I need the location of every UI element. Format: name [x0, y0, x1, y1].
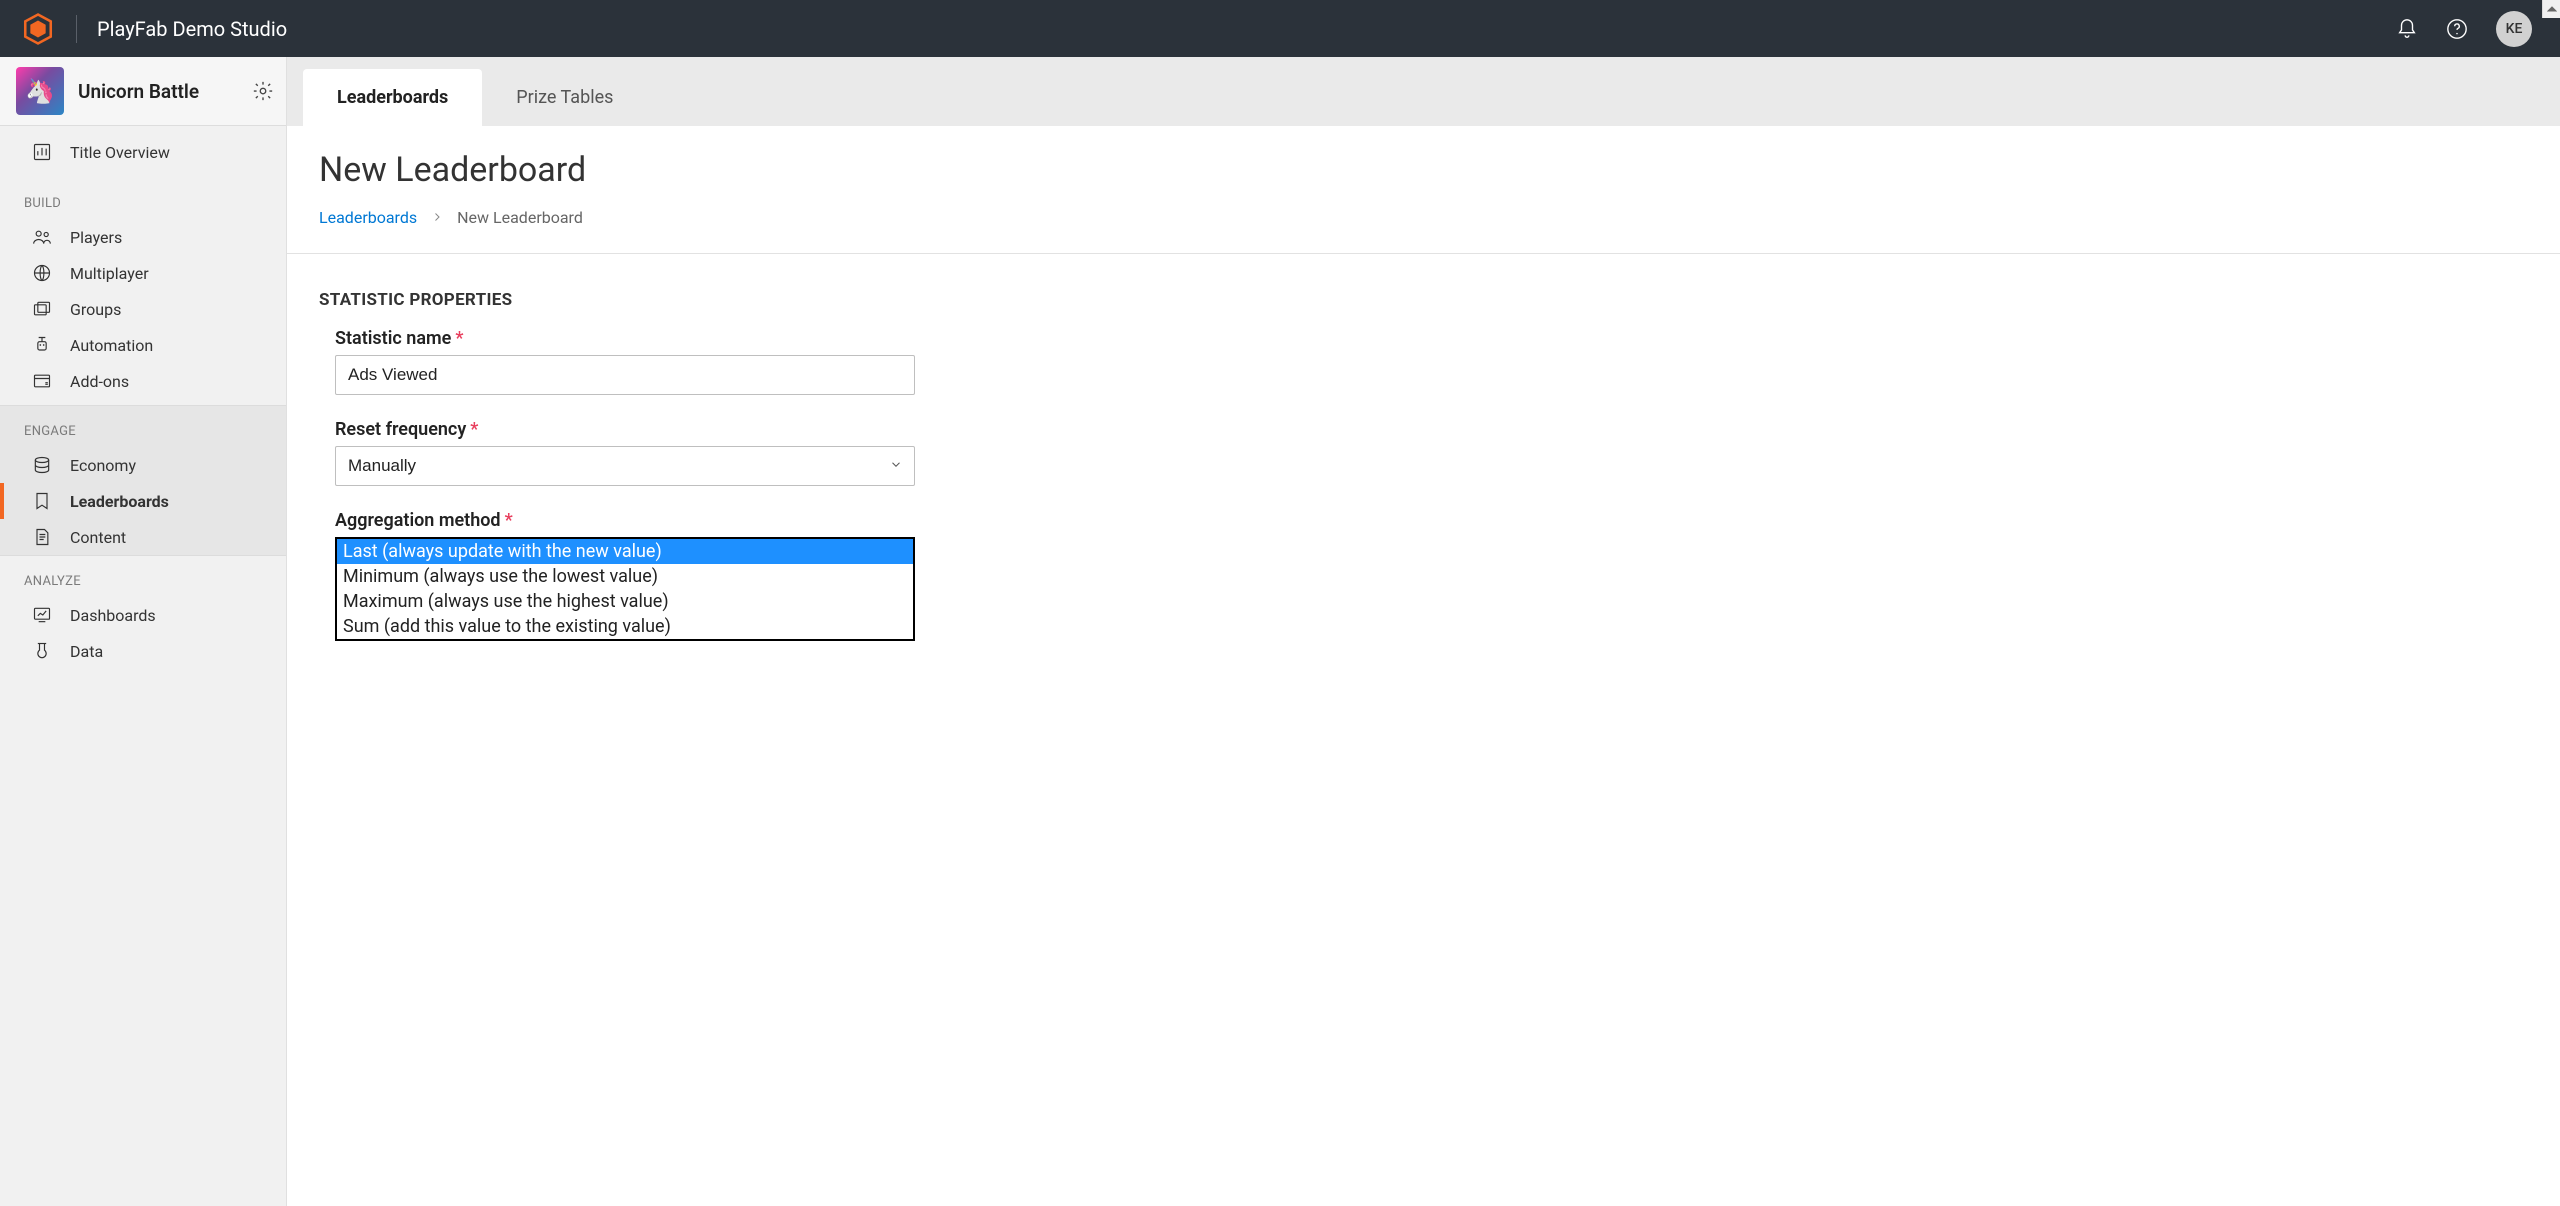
nav-label: Groups [70, 300, 121, 319]
page-title: New Leaderboard [319, 150, 2528, 190]
addons-icon [32, 371, 52, 391]
overview-icon [32, 142, 52, 162]
nav-label: Data [70, 642, 103, 661]
aggregation-option-last[interactable]: Last (always update with the new value) [337, 539, 913, 564]
automation-icon [32, 335, 52, 355]
aggregation-option-minimum[interactable]: Minimum (always use the lowest value) [337, 564, 913, 589]
tab-leaderboards[interactable]: Leaderboards [303, 69, 482, 126]
title-thumbnail: 🦄 [16, 67, 64, 115]
data-icon [32, 641, 52, 661]
nav-label: Dashboards [70, 606, 156, 625]
nav-economy[interactable]: Economy [0, 447, 286, 483]
studio-name[interactable]: PlayFab Demo Studio [97, 17, 287, 41]
nav-label: Automation [70, 336, 153, 355]
aggregation-option-maximum[interactable]: Maximum (always use the highest value) [337, 589, 913, 614]
nav-label: Economy [70, 456, 136, 475]
main: Leaderboards Prize Tables New Leaderboar… [287, 57, 2560, 1206]
title-header[interactable]: 🦄 Unicorn Battle [0, 57, 286, 126]
nav-label: Multiplayer [70, 264, 149, 283]
section-analyze: ANALYZE [0, 556, 286, 597]
document-icon [32, 527, 52, 547]
aggregation-method-label: Aggregation method* [335, 510, 915, 531]
aggregation-option-sum[interactable]: Sum (add this value to the existing valu… [337, 614, 913, 639]
nav-dashboards[interactable]: Dashboards [0, 597, 286, 633]
reset-frequency-select[interactable] [335, 446, 915, 486]
reset-frequency-label: Reset frequency* [335, 419, 915, 440]
scrollbar-up-arrow[interactable] [2542, 0, 2560, 18]
help-icon[interactable] [2446, 18, 2468, 40]
breadcrumb-root[interactable]: Leaderboards [319, 208, 417, 227]
nav-data[interactable]: Data [0, 633, 286, 669]
breadcrumb-current: New Leaderboard [457, 208, 583, 227]
gear-icon[interactable] [252, 80, 274, 102]
section-engage: ENGAGE [0, 406, 286, 447]
statistic-name-label: Statistic name* [335, 328, 915, 349]
top-bar: PlayFab Demo Studio KE [0, 0, 2560, 57]
nav-players[interactable]: Players [0, 219, 286, 255]
groups-icon [32, 299, 52, 319]
globe-icon [32, 263, 52, 283]
nav-label: Title Overview [70, 143, 170, 162]
nav-title-overview[interactable]: Title Overview [0, 126, 286, 178]
title-name: Unicorn Battle [78, 80, 238, 103]
nav-label: Content [70, 528, 126, 547]
nav-label: Add-ons [70, 372, 129, 391]
tabs: Leaderboards Prize Tables [287, 57, 2560, 126]
statistic-properties: STATISTIC PROPERTIES Statistic name* Res… [319, 290, 2528, 641]
tab-prize-tables[interactable]: Prize Tables [482, 69, 647, 126]
chevron-right-icon [431, 208, 443, 227]
bookmark-icon [32, 491, 52, 511]
breadcrumb: Leaderboards New Leaderboard [287, 208, 2560, 254]
user-avatar[interactable]: KE [2496, 11, 2532, 47]
sidebar: 🦄 Unicorn Battle Title Overview BUILD Pl… [0, 57, 287, 1206]
nav-content[interactable]: Content [0, 519, 286, 555]
divider [76, 15, 77, 43]
dashboards-icon [32, 605, 52, 625]
statistic-name-input[interactable] [335, 355, 915, 395]
nav-label: Players [70, 228, 122, 247]
nav-label: Leaderboards [70, 492, 169, 511]
nav-groups[interactable]: Groups [0, 291, 286, 327]
playfab-logo-icon[interactable] [20, 11, 56, 47]
players-icon [32, 227, 52, 247]
aggregation-method-select[interactable]: Last (always update with the new value) … [335, 537, 915, 641]
nav-automation[interactable]: Automation [0, 327, 286, 363]
nav-addons[interactable]: Add-ons [0, 363, 286, 399]
nav-leaderboards[interactable]: Leaderboards [0, 483, 286, 519]
economy-icon [32, 455, 52, 475]
nav-multiplayer[interactable]: Multiplayer [0, 255, 286, 291]
section-heading: STATISTIC PROPERTIES [319, 290, 2528, 310]
section-build: BUILD [0, 178, 286, 219]
notifications-icon[interactable] [2396, 18, 2418, 40]
